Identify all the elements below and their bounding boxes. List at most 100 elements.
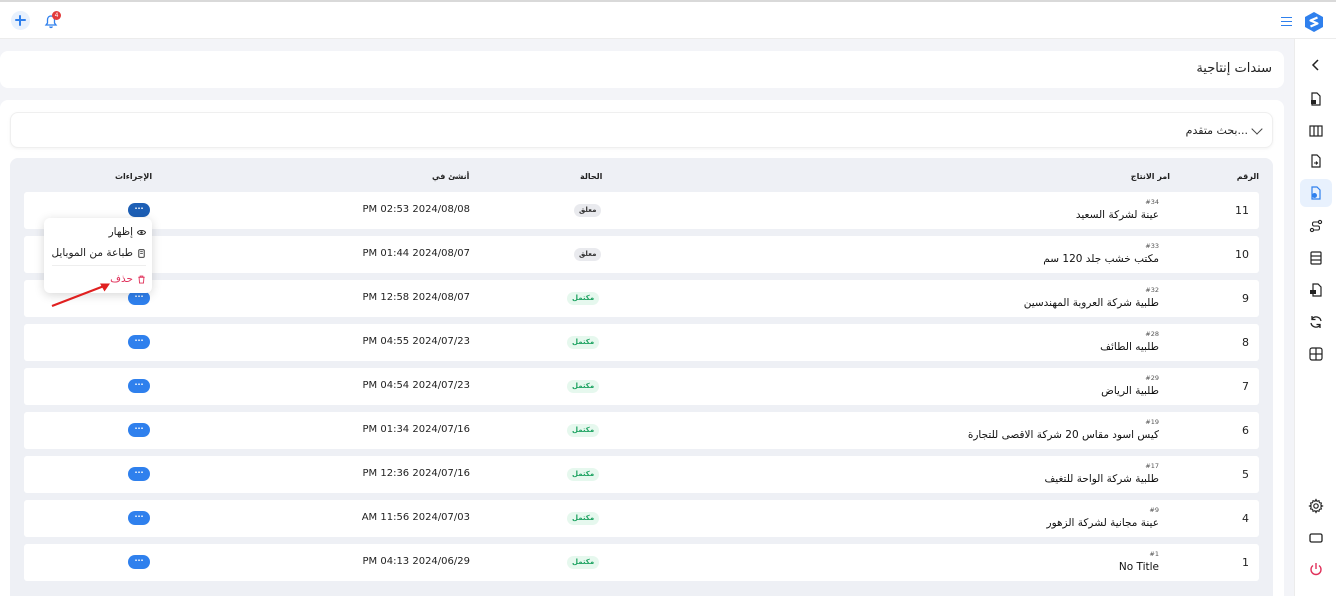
order-name[interactable]: طلبيه الطائف (1100, 341, 1159, 353)
order-name[interactable]: عينة مجانية لشركة الزهور (1047, 517, 1160, 529)
created-date: AM 11:56 2024/07/03 (361, 512, 470, 523)
row-actions-button[interactable]: ··· (128, 423, 150, 437)
row-actions-button[interactable]: ··· (128, 379, 150, 393)
annotation-arrow (51, 283, 110, 308)
menu-item-print-mobile[interactable]: طباعة من الموبايل (51, 247, 146, 259)
advanced-search-label: بحث متقدم... (1185, 124, 1248, 137)
advanced-search-toggle[interactable]: بحث متقدم... (10, 112, 1273, 148)
table-row: 7 #29 طلبية الرياض مكتمل PM 04:54 2024/0… (24, 368, 1259, 405)
row-actions-button[interactable]: ··· (128, 467, 150, 481)
row-number: 6 (1242, 424, 1249, 437)
order-id: #32 (1145, 286, 1159, 294)
order-id: #34 (1145, 198, 1159, 206)
refresh-icon (1310, 316, 1322, 328)
header-number: الرقم (1236, 172, 1259, 181)
window[interactable] (1300, 524, 1332, 552)
sidebar-item-7[interactable] (1300, 276, 1332, 304)
order-id: #29 (1145, 374, 1159, 382)
order-name[interactable]: طلبية شركة الواحة للتغيف (1044, 473, 1159, 485)
table-row: 1 #1 No Title مكتمل PM 04:13 2024/06/29 … (24, 544, 1259, 581)
trash-icon (138, 275, 145, 284)
created-date: PM 02:53 2024/08/08 (362, 204, 470, 215)
status-badge: مكتمل (567, 380, 600, 393)
production-table: الرقم امر الانتاج الحالة أنشئ في الإجراء… (10, 158, 1273, 596)
row-number: 11 (1235, 204, 1249, 217)
status-badge: مكتمل (567, 292, 600, 305)
status-badge: معلق (574, 204, 602, 217)
row-number: 7 (1242, 380, 1249, 393)
table-row: 9 #32 طلبية شركة العروبة المهندسين مكتمل… (24, 280, 1259, 317)
file-lock-icon (1311, 92, 1321, 106)
main-content: بحث متقدم... الرقم امر الانتاج الحالة أن… (0, 100, 1284, 596)
status-badge: مكتمل (567, 468, 600, 481)
order-name[interactable]: عينة لشركة السعيد (1076, 209, 1159, 221)
row-number: 10 (1235, 248, 1249, 261)
table-row: 6 #19 كيس اسود مقاس 20 شركة الاقصى للتجا… (24, 412, 1259, 449)
row-actions-button[interactable]: ··· (128, 291, 150, 305)
menu-divider (52, 265, 146, 266)
layout-grid-icon (1309, 347, 1323, 361)
row-actions-button[interactable]: ··· (128, 335, 150, 349)
sidebar-item-production[interactable] (1300, 179, 1332, 207)
menu-item-label: إظهار (108, 226, 133, 238)
created-date: PM 01:44 2024/08/07 (362, 248, 470, 259)
order-name[interactable]: كيس اسود مقاس 20 شركة الاقصى للتجارة (968, 429, 1159, 441)
settings[interactable] (1300, 492, 1332, 520)
page-title: سندات إنتاجية (1196, 61, 1272, 76)
sidebar-collapse[interactable] (1300, 51, 1332, 79)
chevron-left-icon (1311, 59, 1319, 71)
table-row: 8 #28 طلبيه الطائف مكتمل PM 04:55 2024/0… (24, 324, 1259, 361)
chevron-down-icon (1251, 123, 1263, 135)
row-actions-button[interactable]: ··· (128, 203, 150, 217)
created-date: PM 12:36 2024/07/16 (362, 468, 470, 479)
row-number: 5 (1242, 468, 1249, 481)
notification-badge: 4 (52, 11, 61, 20)
status-badge: مكتمل (567, 556, 600, 569)
status-badge: مكتمل (567, 336, 600, 349)
menu-item-label: حذف (110, 273, 133, 285)
sidebar-item-5[interactable] (1300, 212, 1332, 240)
row-actions-button[interactable]: ··· (128, 511, 150, 525)
order-name[interactable]: No Title (1119, 561, 1159, 573)
top-bar: 4 (0, 0, 1336, 39)
created-date: PM 04:13 2024/06/29 (362, 556, 470, 567)
add-button[interactable] (11, 11, 30, 30)
order-id: #1 (1149, 550, 1159, 558)
gear-icon (1308, 498, 1324, 514)
columns-icon (1309, 125, 1323, 137)
file-check-icon (1311, 186, 1321, 200)
order-name[interactable]: مكتب خشب جلد 120 سم (1043, 253, 1159, 265)
sidebar (1294, 39, 1336, 596)
eye-icon (137, 229, 146, 235)
created-date: PM 01:34 2024/07/16 (362, 424, 470, 435)
menu-item-delete[interactable]: حذف (110, 273, 146, 285)
table-row: 4 #9 عينة مجانية لشركة الزهور مكتمل AM 1… (24, 500, 1259, 537)
database-icon (1310, 251, 1322, 265)
sidebar-item-8[interactable] (1300, 308, 1332, 336)
created-date: PM 04:54 2024/07/23 (362, 380, 470, 391)
row-number: 1 (1242, 556, 1249, 569)
menu-item-show[interactable]: إظهار (109, 226, 146, 238)
sidebar-item-2[interactable] (1300, 117, 1332, 145)
sidebar-item-3[interactable] (1300, 147, 1332, 175)
created-date: PM 12:58 2024/08/07 (362, 292, 470, 303)
order-id: #28 (1145, 330, 1159, 338)
order-name[interactable]: طلبية الرياض (1101, 385, 1159, 397)
sidebar-item-9[interactable] (1300, 340, 1332, 368)
file-invoice-icon (1310, 283, 1322, 297)
rectangle-icon (1309, 533, 1323, 543)
row-actions-button[interactable]: ··· (128, 555, 150, 569)
sidebar-item-6[interactable] (1300, 244, 1332, 272)
created-date: PM 04:55 2024/07/23 (362, 336, 470, 347)
menu-item-label: طباعة من الموبايل (51, 247, 133, 259)
menu-toggle-icon[interactable] (1281, 17, 1292, 26)
order-id: #19 (1145, 418, 1159, 426)
order-id: #17 (1145, 462, 1159, 470)
sidebar-item-1[interactable] (1300, 85, 1332, 113)
row-number: 8 (1242, 336, 1249, 349)
header-created: أنشئ في (432, 172, 470, 181)
order-name[interactable]: طلبية شركة العروبة المهندسين (1024, 297, 1159, 309)
status-badge: معلق (574, 248, 602, 261)
logout[interactable] (1300, 555, 1332, 583)
order-id: #9 (1149, 506, 1159, 514)
